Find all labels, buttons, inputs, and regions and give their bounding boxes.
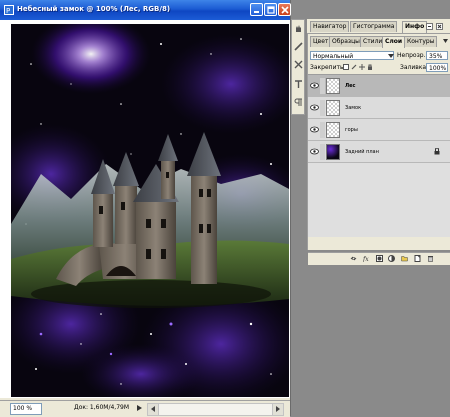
new-layer-icon[interactable] [414, 255, 421, 262]
eye-icon[interactable] [310, 104, 319, 111]
adjustment-layer-icon[interactable] [388, 255, 395, 262]
layer-mask-icon[interactable] [376, 255, 383, 262]
tab-swatches[interactable]: Образцы [329, 36, 363, 47]
tab-paths[interactable]: Контуры [404, 36, 438, 47]
brush-icon[interactable] [294, 42, 303, 51]
layer-style-fx-icon[interactable]: fx [363, 255, 370, 262]
maximize-icon [267, 6, 275, 14]
layer-name: Задний план [345, 149, 379, 155]
panel-collapse-icon[interactable] [426, 23, 433, 30]
blend-mode-value: Нормальный [313, 53, 354, 60]
castle-in-space-artwork [11, 24, 289, 397]
layer-row-mountains[interactable]: горы [308, 119, 450, 141]
layer-name: Лес [345, 83, 356, 89]
tab-layers[interactable]: Слои [382, 36, 406, 48]
layers-panel-footer: fx [308, 252, 450, 265]
eye-icon[interactable] [310, 126, 319, 133]
layer-row-forest[interactable]: Лес [308, 75, 450, 97]
link-layers-icon[interactable] [350, 255, 357, 262]
status-menu-arrow-icon[interactable] [136, 404, 143, 412]
hand-pan-icon[interactable] [294, 24, 303, 33]
minimize-button[interactable] [250, 3, 263, 16]
lock-position-icon[interactable] [359, 64, 365, 70]
lock-transparent-icon[interactable] [343, 64, 349, 70]
maximize-button[interactable] [264, 3, 277, 16]
panel-menu-arrow-icon[interactable] [442, 37, 449, 44]
minimize-icon [254, 11, 259, 13]
panel-close-icon[interactable] [436, 23, 443, 30]
layer-row-castle[interactable]: Замок [308, 97, 450, 119]
lock-label: Закрепить: [310, 64, 346, 71]
layer-name: горы [345, 127, 358, 133]
close-button[interactable] [278, 3, 291, 16]
paragraph-icon[interactable] [294, 98, 303, 107]
panel-dock-icons [291, 19, 305, 115]
eye-icon[interactable] [310, 82, 319, 89]
arrow-left-icon [151, 406, 155, 412]
layer-list: Лес Замок горы Задний план [308, 74, 450, 237]
document-size-info: Док: 1,60М/4,79М [74, 404, 130, 411]
lock-all-icon[interactable] [367, 64, 373, 70]
opacity-field[interactable]: 35% [426, 51, 448, 60]
zoom-level-field[interactable]: 100 % [10, 403, 42, 415]
svg-text:fx: fx [363, 256, 369, 262]
scroll-right-button[interactable] [272, 404, 283, 415]
tools-icon[interactable] [294, 60, 303, 69]
tab-info[interactable]: Инфо [402, 21, 428, 33]
layer-thumbnail [326, 100, 340, 116]
tab-histogram[interactable]: Гистограмма [350, 21, 398, 32]
link-cell[interactable] [320, 122, 325, 138]
link-cell[interactable] [320, 144, 325, 160]
photoshop-doc-icon: P [4, 5, 14, 15]
navigator-panel-group: Навигатор Гистограмма Инфо [307, 19, 450, 34]
link-cell[interactable] [320, 100, 325, 116]
document-title-bar[interactable]: P Небесный замок @ 100% (Лес, RGB/8) [0, 0, 291, 20]
layers-panel: Нормальный Непрозр.: 35% Закрепить: Зали… [308, 48, 450, 265]
scroll-left-button[interactable] [148, 404, 159, 415]
layer-thumbnail [326, 144, 340, 160]
fill-field[interactable]: 100% [426, 63, 448, 72]
document-title: Небесный замок @ 100% (Лес, RGB/8) [17, 5, 171, 13]
fill-label: Заливка: [400, 64, 429, 71]
lock-pixels-icon[interactable] [351, 64, 357, 70]
layer-row-background[interactable]: Задний план [308, 141, 450, 163]
close-icon [281, 6, 289, 14]
brush-link-cell[interactable] [320, 78, 325, 94]
new-group-folder-icon[interactable] [401, 255, 408, 262]
document-window: P Небесный замок @ 100% (Лес, RGB/8) 100… [0, 0, 291, 417]
status-bar: 100 % Док: 1,60М/4,79М [0, 400, 290, 417]
image-canvas[interactable] [11, 24, 289, 397]
svg-text:P: P [6, 7, 10, 15]
arrow-right-icon [276, 406, 280, 412]
layer-name: Замок [345, 105, 362, 111]
layer-thumbnail [326, 78, 340, 94]
eye-icon[interactable] [310, 148, 319, 155]
canvas-area[interactable] [0, 20, 290, 398]
blend-mode-select[interactable]: Нормальный [310, 51, 394, 60]
layers-panel-group: Цвет Образцы Стили Слои Контуры Нормальн… [307, 34, 450, 265]
delete-layer-trash-icon[interactable] [427, 255, 434, 262]
horizontal-scrollbar[interactable] [147, 403, 284, 416]
opacity-label: Непрозр.: [397, 52, 428, 59]
tab-navigator[interactable]: Навигатор [310, 21, 350, 32]
text-icon[interactable] [294, 80, 303, 89]
lock-icon [434, 148, 440, 155]
layer-thumbnail [326, 122, 340, 138]
chevron-down-icon [388, 54, 394, 58]
